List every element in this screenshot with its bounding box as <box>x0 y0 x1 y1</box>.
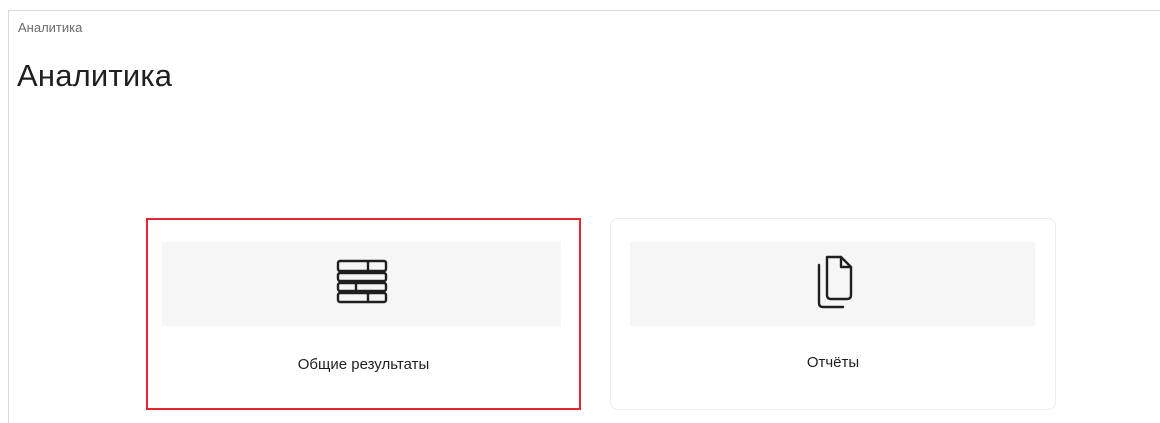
breadcrumb[interactable]: Аналитика <box>18 20 82 36</box>
documents-copy-icon <box>811 255 855 314</box>
table-rows-icon <box>336 259 388 310</box>
card-icon-area <box>162 242 561 326</box>
card-icon-area <box>630 242 1035 326</box>
card-reports[interactable]: Отчёты <box>610 218 1056 410</box>
card-label-general-results: Общие результаты <box>297 356 430 373</box>
page-title: Аналитика <box>17 58 173 93</box>
card-label-reports: Отчёты <box>806 354 860 371</box>
card-general-results[interactable]: Общие результаты <box>146 218 581 410</box>
main-panel: Аналитика Аналитика Общие результаты Отч… <box>8 10 1160 423</box>
